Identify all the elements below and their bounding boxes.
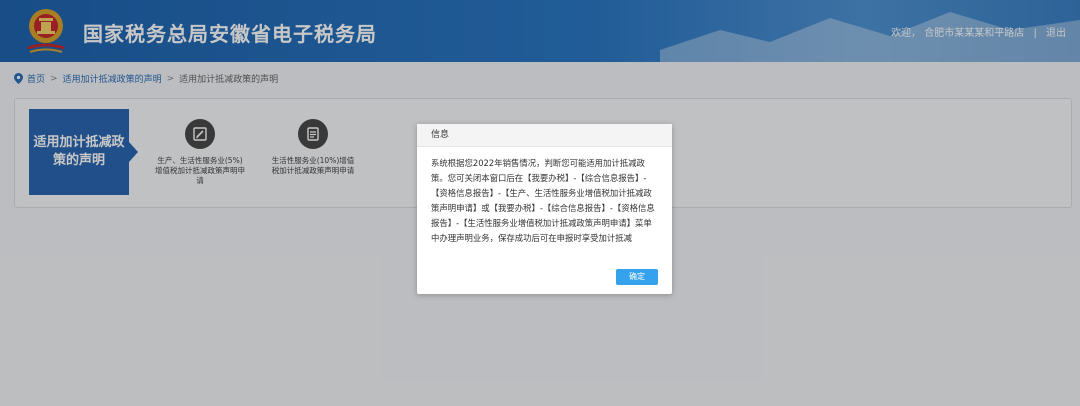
info-dialog: 信息 系统根据您2022年销售情况，判断您可能适用加计抵减政策。您可关闭本窗口后… [417,124,672,294]
dialog-message: 系统根据您2022年销售情况，判断您可能适用加计抵减政策。您可关闭本窗口后在【我… [431,158,655,243]
dialog-title: 信息 [417,124,672,147]
ok-button[interactable]: 确定 [616,269,658,285]
